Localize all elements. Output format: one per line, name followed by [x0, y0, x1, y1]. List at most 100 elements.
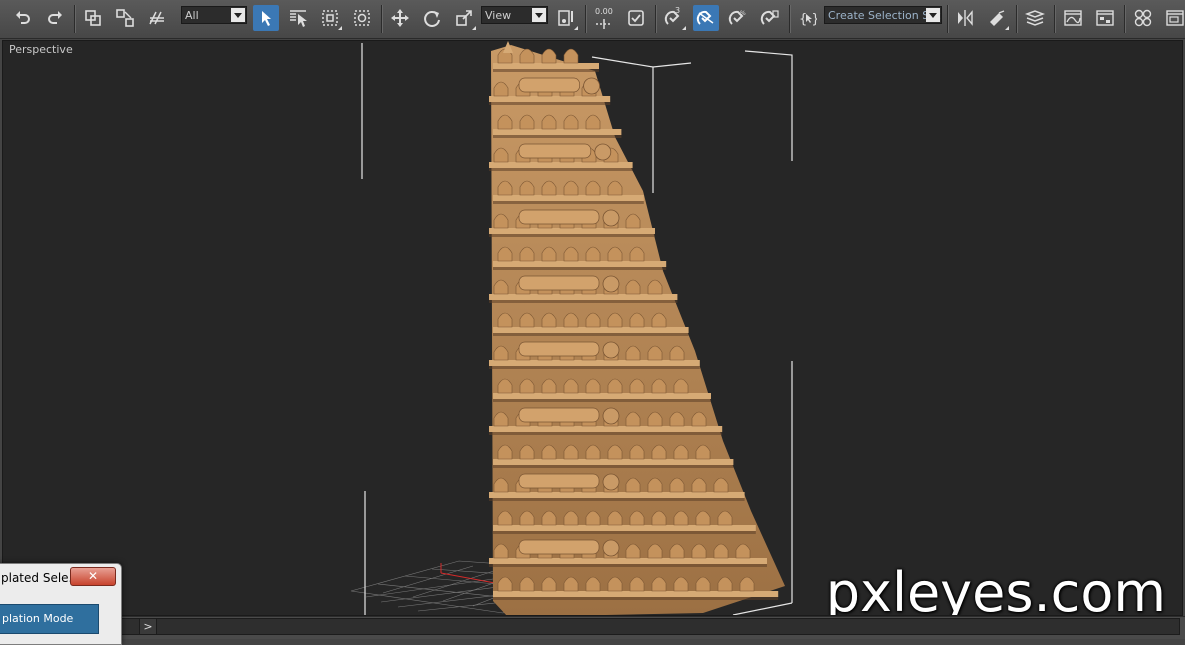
snap-toggle-icon[interactable] — [623, 5, 649, 31]
toolbar-separator — [655, 5, 657, 33]
tower-body — [489, 41, 785, 615]
tier-ledge — [489, 492, 745, 498]
rectangular-selection-icon[interactable] — [317, 5, 343, 31]
tier-ledge — [493, 459, 734, 465]
tier-ledge — [489, 426, 723, 432]
barrel-vault — [518, 143, 592, 159]
redo-icon[interactable] — [42, 5, 68, 31]
material-editor-icon[interactable] — [1130, 5, 1156, 31]
exit-isolation-mode-label: plation Mode — [2, 612, 74, 625]
tier-shadow — [489, 102, 611, 105]
reference-coordinate-dropdown[interactable]: View — [481, 6, 548, 24]
tier-shadow — [489, 234, 655, 237]
tier-shadow — [493, 267, 667, 270]
bind-space-warp-icon[interactable] — [144, 5, 170, 31]
percent-snap-icon[interactable] — [693, 5, 719, 31]
toolbar-separator — [947, 5, 949, 33]
align-icon[interactable] — [984, 5, 1010, 31]
barrel-vault — [518, 77, 580, 93]
spinner-snap-toggle-icon[interactable] — [757, 5, 783, 31]
tier-ledge — [493, 591, 779, 597]
tier-shadow — [489, 366, 700, 369]
main-toolbar: All View 0.00 3 % { } Create Selection S… — [0, 0, 1185, 39]
tier-shadow — [493, 333, 689, 336]
kudu-arch — [602, 473, 620, 491]
chevron-down-icon — [926, 8, 940, 22]
tier-ledge — [489, 162, 633, 168]
selection-filter-dropdown[interactable]: All — [181, 6, 247, 24]
move-icon[interactable] — [387, 5, 413, 31]
angle-snap-icon[interactable]: 3 — [661, 5, 687, 31]
temple-gopuram-model[interactable] — [3, 41, 1183, 616]
keyboard-shortcut-icon[interactable]: 0.00 — [591, 5, 619, 31]
tier-shadow — [493, 201, 644, 204]
barrel-vault — [518, 539, 600, 555]
render-setup-icon[interactable] — [1162, 5, 1185, 31]
perspective-viewport[interactable]: Perspective pxleyes.com — [2, 40, 1183, 616]
toolbar-separator — [1016, 5, 1018, 33]
barrel-vault — [518, 341, 600, 357]
close-icon[interactable]: ✕ — [70, 567, 116, 586]
isolated-selection-dialog: plated Sele... ✕ plation Mode — [0, 563, 122, 645]
kudu-arch — [602, 275, 620, 293]
rotate-icon[interactable] — [419, 5, 445, 31]
curve-editor-icon[interactable] — [1060, 5, 1086, 31]
tier-ledge — [489, 558, 767, 564]
tier-ledge — [493, 195, 644, 201]
barrel-vault — [518, 209, 600, 225]
tier-ledge — [493, 129, 622, 135]
timeline-next-button[interactable]: > — [139, 618, 157, 635]
tier-shadow — [489, 564, 767, 567]
toolbar-separator — [1124, 5, 1126, 33]
selection-filter-value: All — [185, 9, 199, 22]
toolbar-separator — [585, 5, 587, 33]
tier-shadow — [493, 597, 779, 600]
schematic-view-icon[interactable] — [1092, 5, 1118, 31]
tier-ledge — [489, 228, 655, 234]
tier-shadow — [493, 465, 734, 468]
toolbar-separator — [381, 5, 383, 33]
timeline-track[interactable] — [120, 618, 1180, 635]
kudu-arch — [602, 341, 620, 359]
tier-ledge — [493, 393, 711, 399]
tier-shadow — [489, 498, 745, 501]
exit-isolation-mode-button[interactable]: plation Mode — [0, 604, 99, 634]
pivot-center-icon[interactable] — [553, 5, 579, 31]
tier-shadow — [493, 69, 599, 72]
tier-ledge — [493, 63, 599, 69]
kudu-arch — [594, 143, 612, 161]
tier-ledge — [493, 525, 756, 531]
edit-named-selection-icon[interactable]: { } — [794, 5, 820, 31]
toolbar-separator — [74, 5, 76, 33]
tier-ledge — [493, 327, 689, 333]
named-selection-set-dropdown[interactable]: Create Selection Set — [824, 6, 942, 24]
dialog-title: plated Sele... — [1, 571, 80, 585]
select-object-icon[interactable] — [253, 5, 279, 31]
barrel-vault — [518, 275, 600, 291]
tier-ledge — [489, 294, 678, 300]
kudu-arch — [602, 407, 620, 425]
shrine-dome — [563, 48, 579, 64]
layer-manager-icon[interactable] — [1022, 5, 1048, 31]
svg-text:%: % — [740, 10, 746, 17]
watermark-text: pxleyes.com — [825, 561, 1166, 616]
tier-shadow — [493, 135, 622, 138]
shrine-dome — [541, 48, 557, 64]
spinner-snap-icon[interactable]: % — [725, 5, 751, 31]
kudu-arch — [602, 209, 620, 227]
scale-icon[interactable] — [451, 5, 477, 31]
tier-shadow — [489, 432, 723, 435]
unlink-icon[interactable] — [112, 5, 138, 31]
reference-coordinate-value: View — [485, 9, 512, 22]
tier-ledge — [489, 96, 611, 102]
tier-ledge — [493, 261, 667, 267]
undo-icon[interactable] — [10, 5, 36, 31]
window-crossing-icon[interactable] — [349, 5, 375, 31]
select-by-name-icon[interactable] — [285, 5, 311, 31]
tier-shadow — [493, 531, 756, 534]
mirror-icon[interactable] — [952, 5, 978, 31]
kudu-arch — [602, 539, 620, 557]
toolbar-separator — [789, 5, 791, 33]
link-icon[interactable] — [80, 5, 106, 31]
tier-shadow — [489, 168, 633, 171]
